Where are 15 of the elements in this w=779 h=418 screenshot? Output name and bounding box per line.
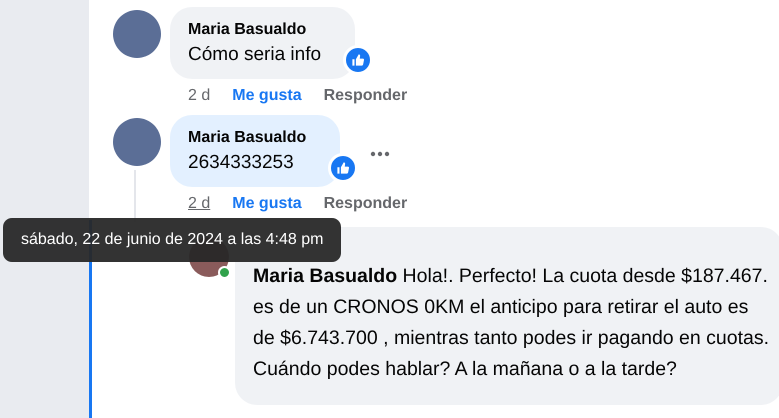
like-link[interactable]: Me gusta xyxy=(232,193,302,215)
author-name[interactable]: Maria Basualdo xyxy=(188,127,306,149)
avatar[interactable] xyxy=(113,118,161,166)
avatar[interactable] xyxy=(113,10,161,58)
comment-text: Cómo seria info xyxy=(188,43,322,67)
comment-text: 2634333253 xyxy=(188,151,295,175)
like-link[interactable]: Me gusta xyxy=(232,85,302,107)
date-tooltip: sábado, 22 de junio de 2024 a las 4:48 pm xyxy=(3,218,342,262)
reply-link[interactable]: Responder xyxy=(324,85,408,107)
comment-text: Maria Basualdo Hola!. Perfecto! La cuota desde $187.467. es de un CRONOS 0KM el anticipo para retirar el auto es de $6.743.700 , mientras tanto podes ir pagando en cuotas. Cuándo podes hablar? A la mañana o a la tarde? xyxy=(253,264,770,382)
timestamp-link[interactable]: 2 d xyxy=(188,85,210,107)
timestamp-link[interactable]: 2 d xyxy=(188,193,210,215)
reply-link[interactable]: Responder xyxy=(324,193,408,215)
author-name[interactable]: Maria Basualdo xyxy=(188,19,322,41)
more-options-icon[interactable] xyxy=(370,151,390,157)
